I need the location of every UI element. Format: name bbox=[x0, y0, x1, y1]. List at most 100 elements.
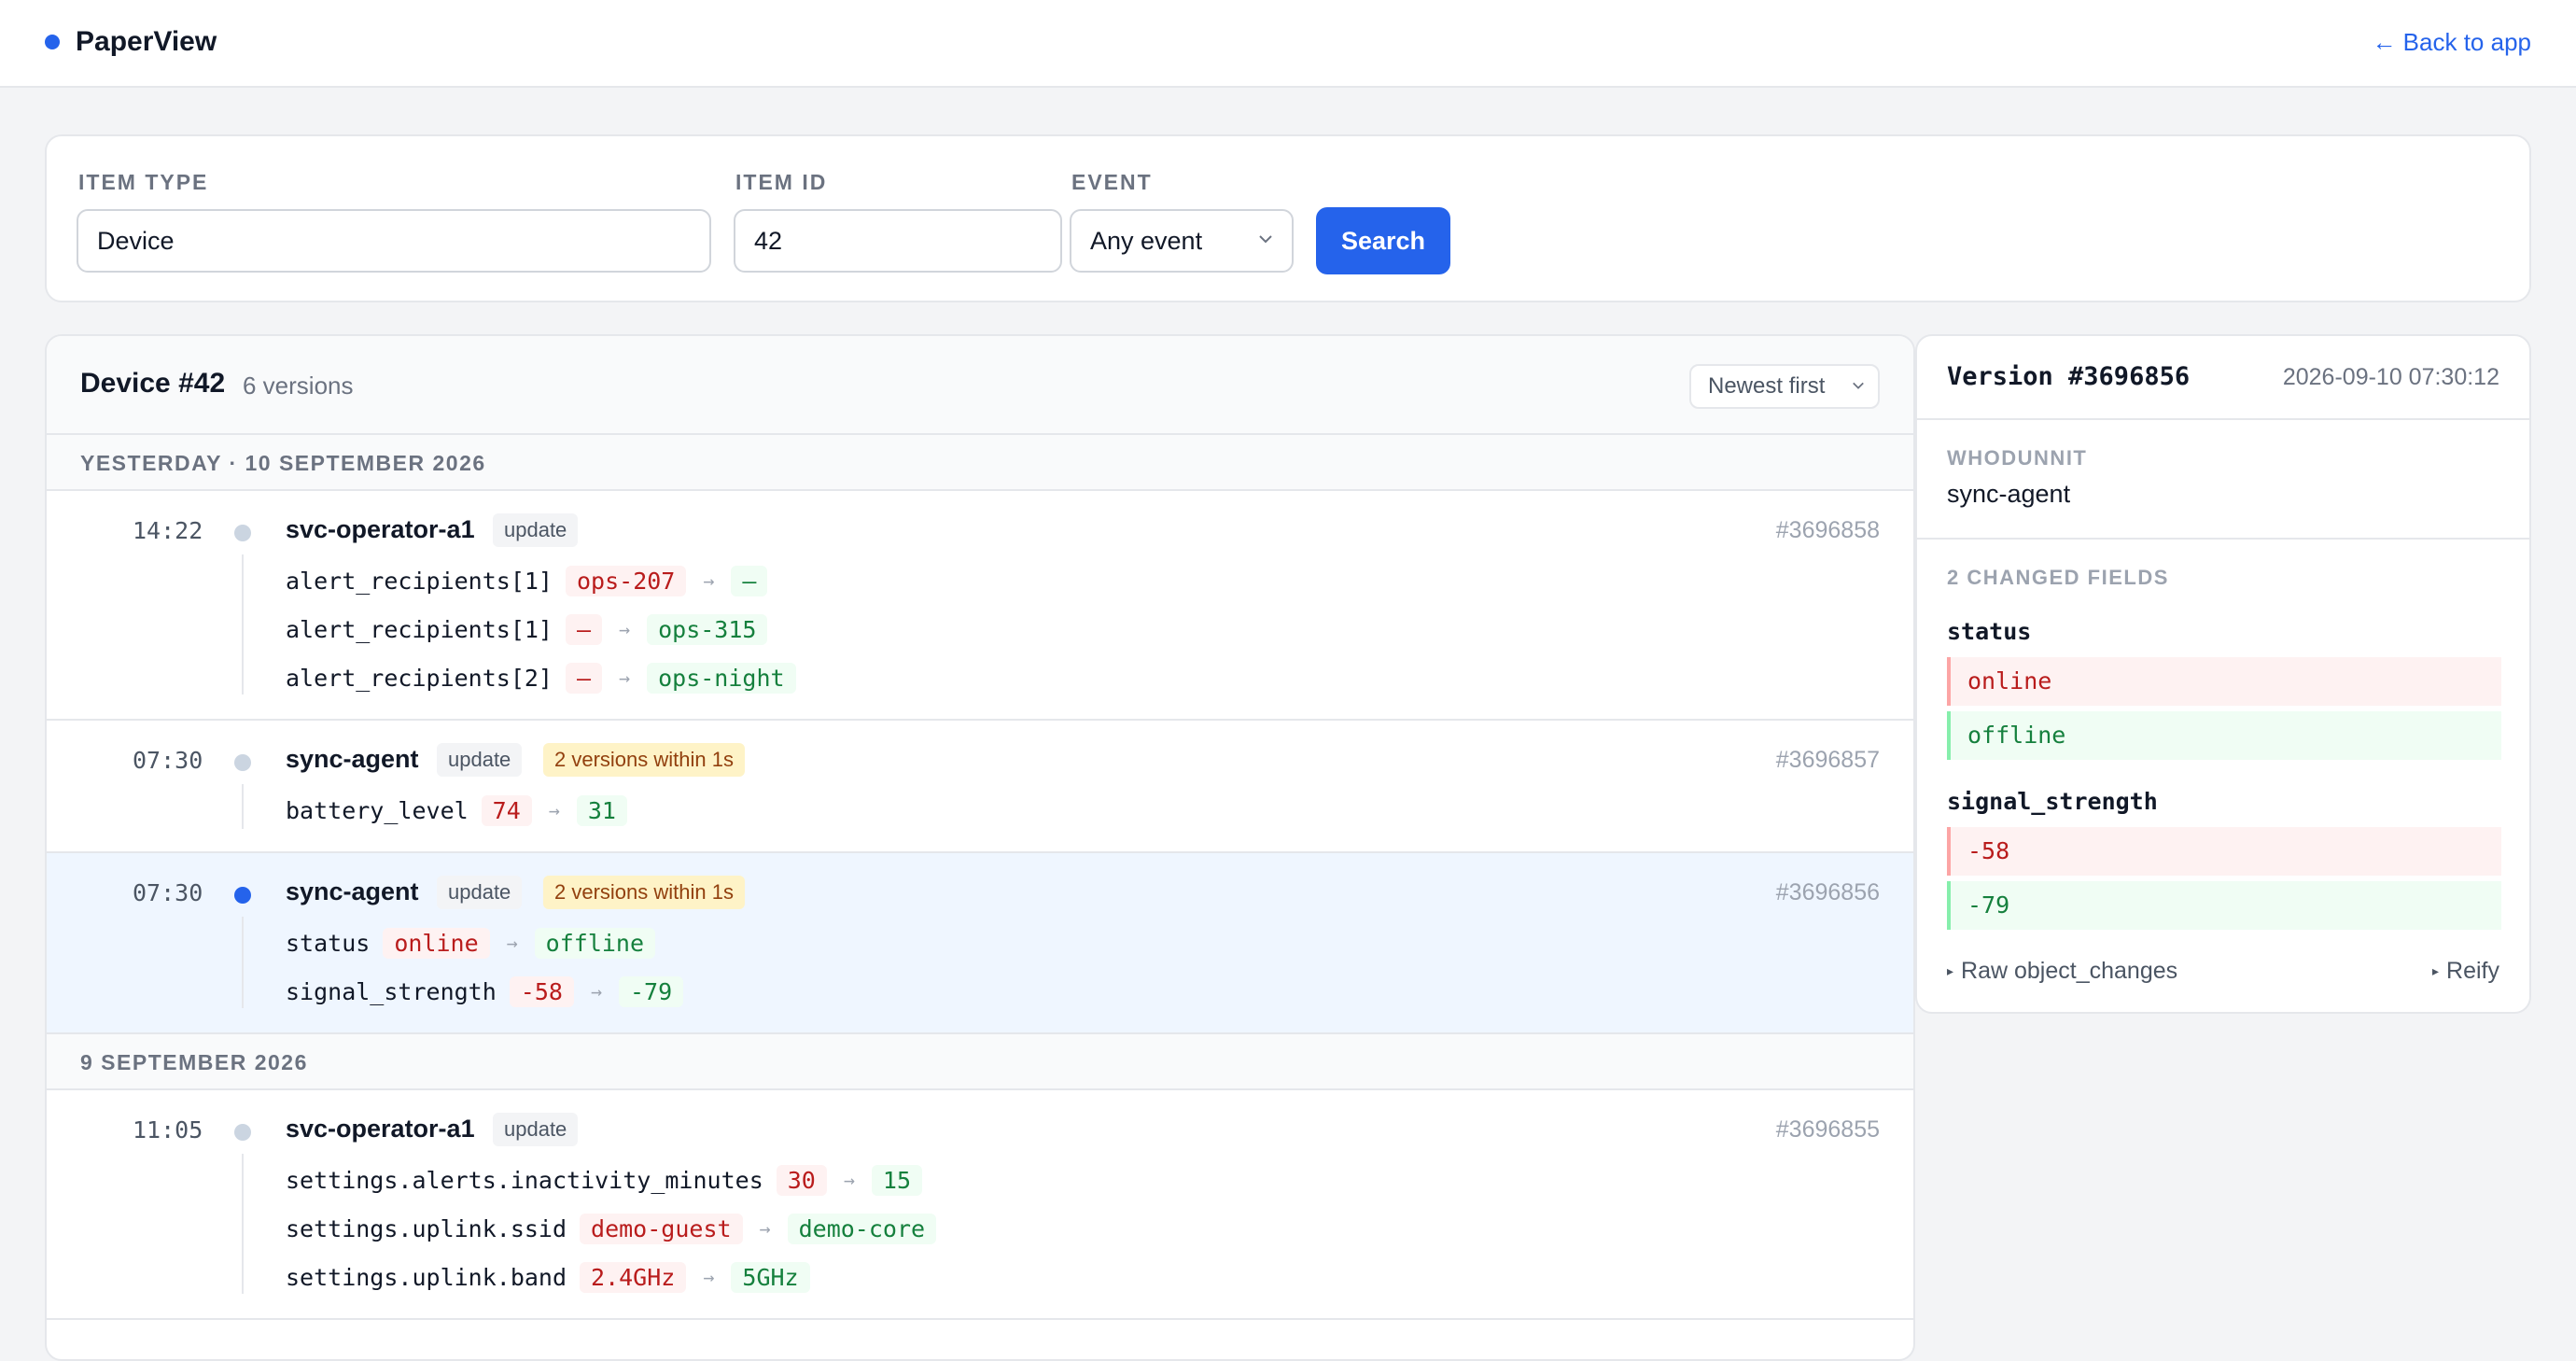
day-header: 9 SEPTEMBER 2026 bbox=[47, 1034, 1913, 1090]
version-row-selected[interactable]: 07:30 sync-agent update 2 versions withi… bbox=[47, 853, 1913, 1034]
change-field: settings.alerts.inactivity_minutes bbox=[286, 1166, 763, 1194]
arrow-right-icon: → bbox=[590, 980, 602, 1003]
brand[interactable]: PaperView bbox=[45, 26, 217, 58]
change-old-value: 74 bbox=[481, 794, 532, 826]
version-row[interactable]: 07:30 sync-agent update 2 versions withi… bbox=[47, 721, 1913, 853]
event-select[interactable]: Any event bbox=[1070, 209, 1294, 273]
detail-field-name: signal_strength bbox=[1947, 788, 2158, 815]
back-to-app-link[interactable]: ← Back to app bbox=[2372, 28, 2531, 57]
reify-toggle[interactable]: ▸ Reify bbox=[2432, 958, 2499, 985]
raw-object-changes-toggle[interactable]: ▸ Raw object_changes bbox=[1947, 958, 2177, 985]
timeline-dot bbox=[234, 887, 251, 904]
changed-fields-label: 2 CHANGED FIELDS bbox=[1947, 566, 2169, 589]
change-old-value: 2.4GHz bbox=[580, 1261, 687, 1293]
version-count: 6 versions bbox=[243, 372, 354, 400]
reify-label: Reify bbox=[2446, 958, 2499, 984]
change-field: alert_recipients[1] bbox=[286, 567, 553, 595]
version-time: 14:22 bbox=[133, 517, 203, 544]
change-old-value: — bbox=[565, 662, 603, 694]
change-new-value: -79 bbox=[618, 975, 684, 1007]
top-bar: PaperView ← Back to app bbox=[0, 0, 2576, 88]
divider bbox=[1917, 538, 2529, 540]
event-badge: update bbox=[493, 1113, 579, 1146]
day-label: YESTERDAY · 10 SEPTEMBER 2026 bbox=[80, 451, 486, 475]
divider bbox=[1917, 418, 2529, 420]
detail-timestamp: 2026-09-10 07:30:12 bbox=[2282, 364, 2499, 390]
item-title: Device #42 bbox=[80, 368, 226, 399]
change-new-value: ops-night bbox=[647, 662, 796, 694]
sort-select[interactable]: Newest first bbox=[1689, 364, 1880, 409]
change-new-value: 31 bbox=[576, 794, 627, 826]
version-detail-panel: Version #3696856 2026-09-10 07:30:12 WHO… bbox=[1915, 334, 2531, 1014]
version-actor: svc-operator-a1 bbox=[286, 515, 475, 543]
change-old-value: demo-guest bbox=[580, 1213, 743, 1244]
version-id: #3696858 bbox=[1775, 517, 1880, 543]
change-new-value: ops-315 bbox=[647, 613, 768, 645]
change-new-value: offline bbox=[534, 927, 656, 959]
arrow-right-icon: → bbox=[759, 1217, 771, 1240]
change-row: settings.uplink.band 2.4GHz → 5GHz bbox=[286, 1258, 810, 1296]
change-new-value: demo-core bbox=[787, 1213, 937, 1244]
change-old-value: online bbox=[383, 927, 490, 959]
raw-object-changes-label: Raw object_changes bbox=[1961, 958, 2178, 984]
search-button[interactable]: Search bbox=[1316, 207, 1450, 274]
event-badge: update bbox=[437, 743, 523, 777]
version-actor: sync-agent bbox=[286, 877, 419, 905]
version-id: #3696856 bbox=[1775, 879, 1880, 905]
timeline-line bbox=[242, 784, 244, 829]
change-old-value: 30 bbox=[776, 1164, 827, 1196]
burst-badge: 2 versions within 1s bbox=[543, 743, 745, 777]
arrow-right-icon: → bbox=[619, 666, 631, 689]
timeline-line bbox=[242, 917, 244, 1008]
day-header: YESTERDAY · 10 SEPTEMBER 2026 bbox=[47, 435, 1913, 491]
event-badge: update bbox=[437, 876, 523, 909]
version-time: 07:30 bbox=[133, 879, 203, 906]
item-id-input[interactable]: 42 bbox=[734, 209, 1062, 273]
change-field: signal_strength bbox=[286, 977, 497, 1005]
item-type-label: ITEM TYPE bbox=[78, 170, 209, 194]
version-actor: sync-agent bbox=[286, 745, 419, 773]
arrow-right-icon: → bbox=[843, 1169, 855, 1191]
change-row: status online → offline bbox=[286, 924, 656, 961]
detail-new-value: -79 bbox=[1947, 881, 2501, 930]
change-field: alert_recipients[2] bbox=[286, 664, 553, 692]
change-row: battery_level 74 → 31 bbox=[286, 792, 627, 829]
change-new-value: 15 bbox=[871, 1164, 923, 1196]
change-field: alert_recipients[1] bbox=[286, 615, 553, 643]
version-row[interactable]: 14:22 svc-operator-a1 update #3696858 al… bbox=[47, 491, 1913, 721]
change-new-value: — bbox=[731, 565, 768, 596]
item-type-input[interactable]: Device bbox=[77, 209, 711, 273]
version-id: #3696855 bbox=[1775, 1116, 1880, 1143]
arrow-right-icon: → bbox=[703, 569, 715, 592]
version-time: 11:05 bbox=[133, 1116, 203, 1144]
disclosure-triangle-icon: ▸ bbox=[1947, 963, 1954, 978]
version-id: #3696857 bbox=[1775, 747, 1880, 773]
versions-panel: Device #42 6 versions Newest first YESTE… bbox=[45, 334, 1915, 1361]
timeline-dot bbox=[234, 525, 251, 541]
detail-field-name: status bbox=[1947, 618, 2032, 645]
change-old-value: ops-207 bbox=[565, 565, 687, 596]
brand-logo-dot bbox=[45, 35, 60, 49]
version-row[interactable]: 11:05 svc-operator-a1 update #3696855 se… bbox=[47, 1090, 1913, 1320]
change-old-value: -58 bbox=[509, 975, 574, 1007]
arrow-right-icon: → bbox=[619, 618, 631, 640]
sort-select-value: Newest first bbox=[1708, 373, 1826, 399]
arrow-right-icon: → bbox=[506, 932, 518, 954]
disclosure-triangle-icon: ▸ bbox=[2432, 963, 2440, 978]
arrow-right-icon: → bbox=[548, 799, 560, 821]
timeline-dot bbox=[234, 1124, 251, 1141]
detail-old-value: -58 bbox=[1947, 827, 2501, 876]
detail-old-value: online bbox=[1947, 657, 2501, 706]
burst-badge: 2 versions within 1s bbox=[543, 876, 745, 909]
change-row: signal_strength -58 → -79 bbox=[286, 973, 684, 1010]
detail-new-value: offline bbox=[1947, 711, 2501, 760]
change-field: settings.uplink.band bbox=[286, 1263, 567, 1291]
version-time: 07:30 bbox=[133, 747, 203, 774]
change-field: battery_level bbox=[286, 796, 469, 824]
item-id-label: ITEM ID bbox=[735, 170, 828, 194]
change-row: settings.uplink.ssid demo-guest → demo-c… bbox=[286, 1210, 937, 1247]
chevron-down-icon bbox=[1853, 382, 1864, 389]
whodunnit-value: sync-agent bbox=[1947, 480, 2071, 508]
change-row: alert_recipients[1] ops-207 → — bbox=[286, 562, 768, 599]
change-old-value: — bbox=[565, 613, 603, 645]
